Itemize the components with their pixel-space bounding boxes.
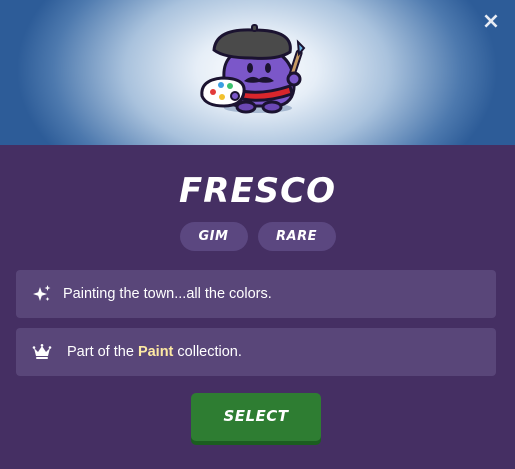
sparkles-icon	[33, 285, 51, 301]
description-text: Painting the town...all the colors.	[63, 286, 272, 302]
mascot-image	[200, 24, 306, 114]
item-title: FRESCO	[179, 171, 336, 211]
collection-name: Paint	[137, 344, 174, 360]
description-card: Painting the town...all the colors.	[16, 270, 496, 318]
tag-gim: GIM	[179, 222, 248, 251]
modal-content: FRESCO GIM RARE Painting the town...all …	[0, 145, 515, 469]
collection-text: Part of the Paint collection.	[67, 328, 242, 376]
collection-card: Part of the Paint collection.	[16, 328, 496, 376]
banner: ×	[0, 0, 515, 145]
crown-icon	[32, 344, 52, 359]
tag-rare: RARE	[257, 222, 336, 251]
close-icon[interactable]: ×	[479, 10, 503, 34]
collection-suffix: collection.	[173, 344, 242, 360]
tag-list: GIM RARE	[0, 222, 515, 251]
select-button[interactable]: SELECT	[191, 393, 321, 441]
collection-prefix: Part of the	[67, 344, 138, 360]
